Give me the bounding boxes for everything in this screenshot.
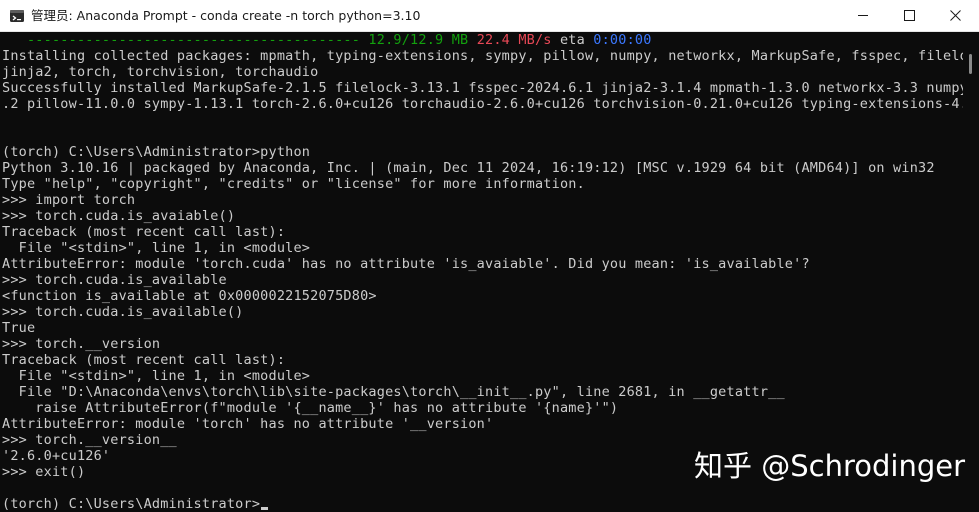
text-cursor xyxy=(261,507,269,510)
progress-speed: 22.4 MB/s xyxy=(476,32,552,48)
console-line: >>> import torch xyxy=(2,192,136,208)
console-line: >>> torch.__version__ xyxy=(2,432,177,448)
maximize-icon xyxy=(903,10,915,21)
close-icon xyxy=(949,10,961,21)
maximize-button[interactable] xyxy=(886,0,932,31)
progress-eta-label: eta xyxy=(559,32,585,48)
minimize-icon xyxy=(857,10,869,21)
console-output[interactable]: ----------------------------------------… xyxy=(0,32,963,512)
console-line: AttributeError: module 'torch.cuda' has … xyxy=(2,256,810,272)
console-line: File "<stdin>", line 1, in <module> xyxy=(2,368,311,384)
console-line: Traceback (most recent call last): xyxy=(2,352,286,368)
scrollbar-thumb[interactable] xyxy=(969,54,972,74)
console-line: .2 pillow-11.0.0 sympy-1.13.1 torch-2.6.… xyxy=(2,96,963,112)
console-line: Installing collected packages: mpmath, t… xyxy=(2,48,963,64)
progress-size: 12.9/12.9 MB xyxy=(368,32,469,48)
console-line: Type "help", "copyright", "credits" or "… xyxy=(2,176,585,192)
progress-eta-value: 0:00:00 xyxy=(593,32,652,48)
title-bar[interactable]: 管理员: Anaconda Prompt - conda create -n t… xyxy=(0,0,979,32)
progress-line: ----------------------------------------… xyxy=(2,32,652,48)
console-line: '2.6.0+cu126' xyxy=(2,448,111,464)
console-line: True xyxy=(2,320,36,336)
console-line: >>> torch.cuda.is_avaiable() xyxy=(2,208,236,224)
console-line: Python 3.10.16 | packaged by Anaconda, I… xyxy=(2,160,935,176)
console-line: File "<stdin>", line 1, in <module> xyxy=(2,240,311,256)
console-line: File "D:\Anaconda\envs\torch\lib\site-pa… xyxy=(2,384,785,400)
console-line: >>> torch.cuda.is_available() xyxy=(2,304,244,320)
prompt-text: (torch) C:\Users\Administrator> xyxy=(2,496,261,512)
console-line: (torch) C:\Users\Administrator>python xyxy=(2,144,311,160)
console-line: >>> torch.__version xyxy=(2,336,161,352)
console-line: Successfully installed MarkupSafe-2.1.5 … xyxy=(2,80,963,96)
console-line: jinja2, torch, torchvision, torchaudio xyxy=(2,64,319,80)
console-line: >>> torch.cuda.is_available xyxy=(2,272,227,288)
prompt-line: (torch) C:\Users\Administrator> xyxy=(2,496,269,512)
console-line: Traceback (most recent call last): xyxy=(2,224,286,240)
window-title: 管理员: Anaconda Prompt - conda create -n t… xyxy=(31,8,421,23)
console-line: <function is_available at 0x000002215207… xyxy=(2,288,377,304)
watermark: 知乎 @Schrodinger xyxy=(694,449,965,483)
vertical-scrollbar[interactable] xyxy=(963,32,979,512)
close-button[interactable] xyxy=(932,0,978,31)
minimize-button[interactable] xyxy=(840,0,886,31)
progress-dashes: ---------------------------------------- xyxy=(2,32,369,48)
console-line: raise AttributeError(f"module '{__name__… xyxy=(2,400,619,416)
terminal-icon xyxy=(9,8,25,24)
console-line: AttributeError: module 'torch' has no at… xyxy=(2,416,494,432)
console-line: >>> exit() xyxy=(2,464,86,480)
